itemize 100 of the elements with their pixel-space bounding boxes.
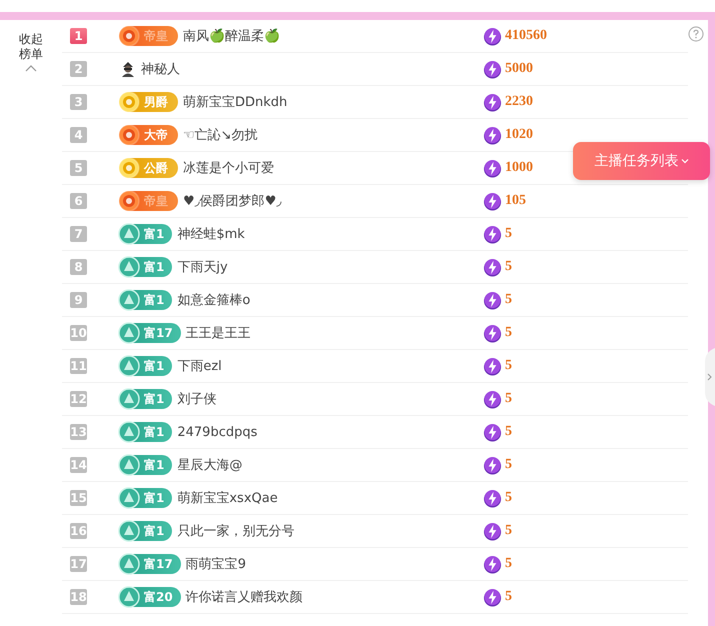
rank-number: 15 bbox=[70, 490, 87, 506]
user-name: 只此一家，别无分号 bbox=[177, 523, 294, 540]
lightning-coin-icon bbox=[483, 390, 502, 408]
lightning-coin-icon bbox=[483, 92, 502, 112]
rank-number: 1 bbox=[70, 28, 87, 44]
wealth-badge: 富1 bbox=[120, 389, 172, 409]
user-name: 许你诺言乂赠我欢颜 bbox=[186, 589, 303, 606]
rank-badge: 大帝 bbox=[120, 125, 178, 145]
emblem-icon bbox=[118, 454, 140, 476]
score-value: 1020 bbox=[505, 127, 533, 143]
lightning-coin-icon bbox=[483, 422, 502, 442]
rank-number: 11 bbox=[70, 358, 87, 374]
score-value: 5 bbox=[505, 325, 512, 341]
emblem-icon bbox=[118, 322, 140, 344]
score-value: 2230 bbox=[505, 94, 533, 110]
emblem-icon bbox=[118, 486, 140, 508]
rank-number: 2 bbox=[70, 61, 87, 77]
rank-number: 4 bbox=[70, 127, 87, 143]
emblem-icon bbox=[118, 420, 140, 442]
masked-person-icon bbox=[120, 61, 136, 77]
wealth-badge: 富20 bbox=[120, 587, 181, 607]
rank-number: 10 bbox=[70, 325, 87, 341]
lightning-coin-icon bbox=[483, 224, 502, 244]
wealth-badge: 富1 bbox=[120, 224, 172, 244]
emblem-icon bbox=[118, 90, 140, 112]
emblem-icon bbox=[118, 190, 140, 212]
score-value: 5 bbox=[505, 457, 512, 473]
emblem-icon bbox=[118, 552, 140, 574]
rank-number: 5 bbox=[70, 160, 87, 176]
rank-badge: 公爵 bbox=[120, 158, 178, 178]
user-name: 如意金箍棒o bbox=[177, 292, 250, 309]
emblem-icon bbox=[118, 388, 140, 410]
emblem-icon bbox=[118, 354, 140, 376]
lightning-coin-icon bbox=[483, 26, 502, 46]
user-name: 南风🍏醉温柔🍏 bbox=[183, 28, 280, 45]
user-name: 2479bcdpqs bbox=[177, 424, 258, 440]
rank-badge: 男爵 bbox=[120, 92, 178, 112]
wealth-badge: 富1 bbox=[120, 455, 172, 475]
score-value: 5 bbox=[505, 226, 512, 242]
lightning-coin-icon bbox=[483, 554, 502, 574]
lightning-coin-icon bbox=[483, 522, 502, 540]
score-value: 5 bbox=[505, 358, 512, 374]
rank-badge: 帝皇 bbox=[120, 26, 178, 46]
score-value: 5 bbox=[505, 589, 512, 605]
user-name: 雨萌宝宝9 bbox=[186, 556, 246, 573]
emblem-icon bbox=[118, 520, 140, 542]
rank-number: 9 bbox=[70, 292, 87, 308]
rank-number: 14 bbox=[70, 457, 87, 473]
user-name: 下雨天jy bbox=[177, 259, 228, 276]
user-name: 神经蛙$mk bbox=[177, 226, 245, 243]
lightning-coin-icon bbox=[483, 488, 502, 508]
rank-number: 6 bbox=[70, 193, 87, 209]
emblem-icon bbox=[118, 222, 140, 244]
user-name: ☜亡訫↘勿扰 bbox=[183, 127, 258, 144]
rank-badge: 帝皇 bbox=[120, 191, 178, 211]
lightning-coin-icon bbox=[483, 258, 502, 276]
rank-number: 17 bbox=[70, 556, 87, 572]
score-value: 5 bbox=[505, 259, 512, 275]
lightning-coin-icon bbox=[483, 192, 502, 210]
emblem-icon bbox=[118, 288, 140, 310]
collapse-ranking-label[interactable]: 收起榜单 bbox=[18, 32, 44, 62]
wealth-badge: 富1 bbox=[120, 521, 172, 541]
score-value: 5 bbox=[505, 292, 512, 308]
score-value: 5 bbox=[505, 424, 512, 440]
wealth-badge: 富1 bbox=[120, 290, 172, 310]
wealth-badge: 富1 bbox=[120, 356, 172, 376]
lightning-coin-icon bbox=[483, 588, 502, 606]
score-value: 1000 bbox=[505, 160, 533, 176]
user-name: 刘子侠 bbox=[177, 391, 216, 408]
user-name: 下雨ezl bbox=[177, 358, 222, 375]
rank-number: 18 bbox=[70, 589, 87, 605]
emblem-icon bbox=[118, 156, 140, 178]
score-value: 5000 bbox=[505, 61, 533, 77]
emblem-icon bbox=[118, 256, 140, 278]
help-icon[interactable] bbox=[688, 26, 704, 42]
score-value: 5 bbox=[505, 391, 512, 407]
lightning-coin-icon bbox=[483, 324, 502, 342]
chevron-down-icon bbox=[680, 158, 688, 164]
lightning-coin-icon bbox=[483, 60, 502, 78]
user-name: 冰莲是个小可爱 bbox=[183, 160, 274, 177]
expand-tab-icon[interactable] bbox=[705, 348, 715, 406]
emblem-icon bbox=[118, 586, 140, 608]
rank-number: 7 bbox=[70, 226, 87, 242]
rank-number: 3 bbox=[70, 94, 87, 110]
user-name: 王王是王王 bbox=[186, 325, 251, 342]
wealth-badge: 富1 bbox=[120, 257, 172, 277]
emblem-icon bbox=[118, 124, 140, 146]
rank-number: 16 bbox=[70, 523, 87, 539]
lightning-coin-icon bbox=[483, 126, 502, 144]
rank-number: 12 bbox=[70, 391, 87, 407]
emblem-icon bbox=[118, 24, 140, 46]
user-name: 星辰大海@ bbox=[177, 457, 242, 474]
user-name: ♥◞侯爵团梦郎♥◞ bbox=[183, 193, 282, 210]
lightning-coin-icon bbox=[483, 356, 502, 376]
user-name: 神秘人 bbox=[141, 61, 180, 78]
caret-up-icon[interactable] bbox=[25, 64, 37, 72]
score-value: 5 bbox=[505, 490, 512, 506]
wealth-badge: 富1 bbox=[120, 422, 172, 442]
wealth-badge: 富1 bbox=[120, 488, 172, 508]
wealth-badge: 富17 bbox=[120, 554, 181, 574]
